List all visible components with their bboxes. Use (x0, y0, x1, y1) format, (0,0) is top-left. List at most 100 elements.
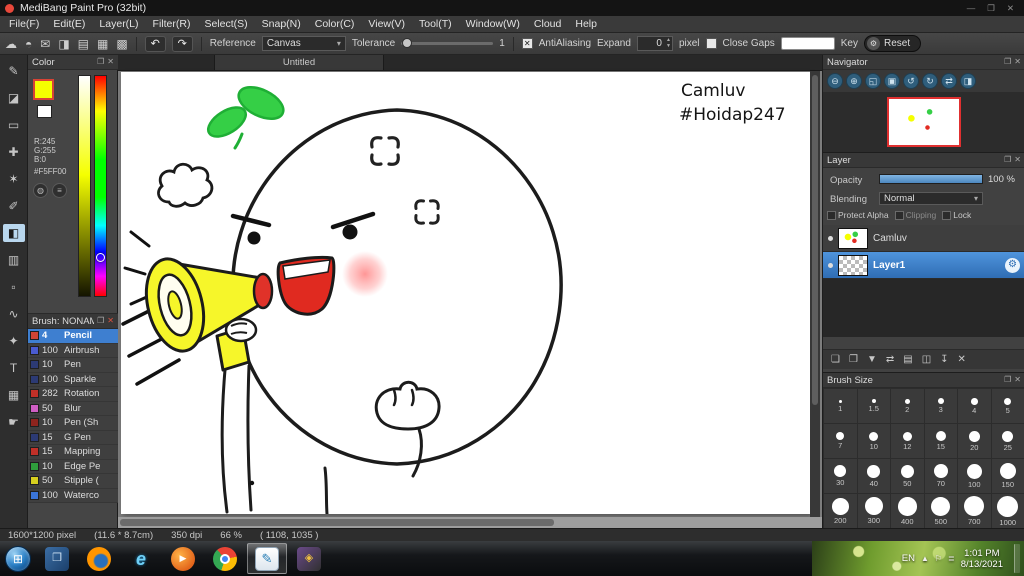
frame-tool[interactable]: ▦ (3, 386, 25, 404)
float-panel-icon[interactable]: ❐ (97, 317, 104, 325)
menu-item[interactable]: File(F) (2, 18, 46, 30)
brush-list-item[interactable]: 10 Pen (28, 358, 118, 373)
transfer-icon[interactable]: ⇄ (886, 354, 894, 365)
opacity-slider[interactable] (879, 174, 983, 184)
brush-size-cell[interactable]: 30 (824, 459, 857, 493)
actual-size-button[interactable]: ▣ (884, 73, 900, 89)
maximize-button[interactable]: ❐ (987, 3, 995, 14)
layer-row[interactable]: Layer1 ⚙ (823, 252, 1024, 279)
menu-item[interactable]: Cloud (527, 18, 568, 30)
firefox[interactable] (79, 543, 119, 574)
fit-window-button[interactable]: ◱ (865, 73, 881, 89)
brush-size-cell[interactable]: 150 (991, 459, 1024, 493)
value-bar[interactable] (78, 75, 91, 297)
lasso-tool[interactable]: ∿ (3, 305, 25, 323)
rotate-right-button[interactable]: ↻ (922, 73, 938, 89)
brush-size-cell[interactable]: 70 (924, 459, 957, 493)
wand-tool[interactable]: ✶ (3, 170, 25, 188)
clipping-checkbox[interactable] (894, 210, 904, 220)
slider-thumb[interactable] (402, 38, 413, 48)
navigator-thumbnail[interactable] (887, 97, 961, 147)
merge-down-icon[interactable]: ▼ (867, 354, 877, 365)
rotate-left-button[interactable]: ↺ (903, 73, 919, 89)
menu-item[interactable]: Tool(T) (412, 18, 459, 30)
show-desktop-button[interactable] (1014, 544, 1020, 573)
close-button[interactable]: ✕ (1007, 3, 1014, 14)
brush-list-item[interactable]: 4 Pencil (28, 329, 118, 344)
media[interactable]: ▶ (163, 543, 203, 574)
close-panel-icon[interactable]: ✕ (107, 317, 114, 325)
layer-thumbnail[interactable] (838, 254, 868, 276)
brush-size-cell[interactable]: 5 (991, 389, 1024, 423)
close-panel-icon[interactable]: ✕ (1014, 58, 1021, 66)
gap-color-swatch[interactable] (780, 37, 835, 50)
menu-item[interactable]: Color(C) (308, 18, 362, 30)
float-panel-icon[interactable]: ❐ (1004, 156, 1011, 164)
comment-icon[interactable]: ✉ (40, 38, 50, 50)
menu-item[interactable]: Select(S) (197, 18, 254, 30)
minimize-button[interactable]: — (967, 3, 976, 14)
close-panel-icon[interactable]: ✕ (1014, 156, 1021, 164)
document-tab[interactable]: Untitled (214, 55, 384, 70)
color-slider-button[interactable]: ≡ (52, 183, 67, 198)
tolerance-slider[interactable] (401, 38, 494, 48)
hand-tool[interactable]: ☛ (3, 413, 25, 431)
horizontal-scrollbar[interactable] (118, 517, 822, 528)
material-icon[interactable]: ▩ (116, 38, 127, 50)
blending-dropdown[interactable]: Normal ▾ (879, 192, 983, 205)
zoom-out-button[interactable]: ⊖ (827, 73, 843, 89)
add-layer-icon[interactable]: ❏ (831, 354, 840, 365)
brush-list-item[interactable]: 100 Airbrush (28, 343, 118, 358)
menu-item[interactable]: Help (568, 18, 604, 30)
reset-button[interactable]: ⚙ Reset (864, 35, 922, 52)
ie[interactable]: e (121, 543, 161, 574)
undo-button[interactable]: ↶ (144, 35, 166, 52)
spinner-arrows-icon[interactable]: ▲ ▼ (666, 37, 671, 49)
brush-size-cell[interactable]: 1.5 (857, 389, 890, 423)
explorer[interactable]: ❒ (37, 543, 77, 574)
menu-item[interactable]: Edit(E) (46, 18, 92, 30)
medibang[interactable]: ✎ (247, 543, 287, 574)
layer-visibility-icon[interactable] (828, 262, 833, 268)
layer-settings-gear-icon[interactable]: ⚙ (1005, 257, 1020, 273)
brush-list-item[interactable]: 15 Mapping (28, 445, 118, 460)
hue-marker[interactable] (96, 253, 105, 262)
close-panel-icon[interactable]: ✕ (107, 58, 114, 66)
hue-bar[interactable] (94, 75, 107, 297)
select-tool[interactable]: ▭ (3, 116, 25, 134)
brush-size-cell[interactable]: 12 (891, 424, 924, 458)
antialiasing-checkbox[interactable]: ✕ (521, 38, 533, 49)
brush-size-cell[interactable]: 25 (991, 424, 1024, 458)
eraser-tool[interactable]: ◪ (3, 89, 25, 107)
scrollbar-thumb[interactable] (812, 75, 818, 405)
brush-list-item[interactable]: 10 Pen (Sh (28, 416, 118, 431)
panel-icon[interactable]: ◨ (58, 38, 69, 50)
menu-item[interactable]: View(V) (361, 18, 412, 30)
foreground-color-swatch[interactable] (33, 79, 54, 100)
brush-size-cell[interactable]: 50 (891, 459, 924, 493)
gradient-tool[interactable]: ▥ (3, 251, 25, 269)
float-panel-icon[interactable]: ❐ (1004, 376, 1011, 384)
cloud-icon[interactable]: ☁ (5, 38, 17, 50)
brush-list-item[interactable]: 100 Waterco (28, 488, 118, 503)
lock-option[interactable]: Lock (942, 210, 971, 220)
chrome[interactable] (205, 543, 245, 574)
float-panel-icon[interactable]: ❐ (97, 58, 104, 66)
clipping-option[interactable]: Clipping (894, 210, 936, 220)
float-panel-icon[interactable]: ❐ (1004, 58, 1011, 66)
paint[interactable]: ◈ (289, 543, 329, 574)
brush-size-cell[interactable]: 15 (924, 424, 957, 458)
brush-list-item[interactable]: 100 Sparkle (28, 372, 118, 387)
brush-size-cell[interactable]: 3 (924, 389, 957, 423)
brush-list-item[interactable]: 15 G Pen (28, 430, 118, 445)
lock-checkbox[interactable] (942, 210, 952, 220)
reference-dropdown[interactable]: Canvas ▾ (261, 36, 346, 51)
menu-item[interactable]: Filter(R) (146, 18, 198, 30)
brush-size-cell[interactable]: 20 (958, 424, 991, 458)
brush-size-cell[interactable]: 2 (891, 389, 924, 423)
show-hidden-icons-button[interactable]: ▲ (921, 554, 929, 563)
brush-list-item[interactable]: 10 Edge Pe (28, 459, 118, 474)
brush-size-cell[interactable]: 100 (958, 459, 991, 493)
reset-rotation-button[interactable]: ⇄ (941, 73, 957, 89)
zoom-in-button[interactable]: ⊕ (846, 73, 862, 89)
